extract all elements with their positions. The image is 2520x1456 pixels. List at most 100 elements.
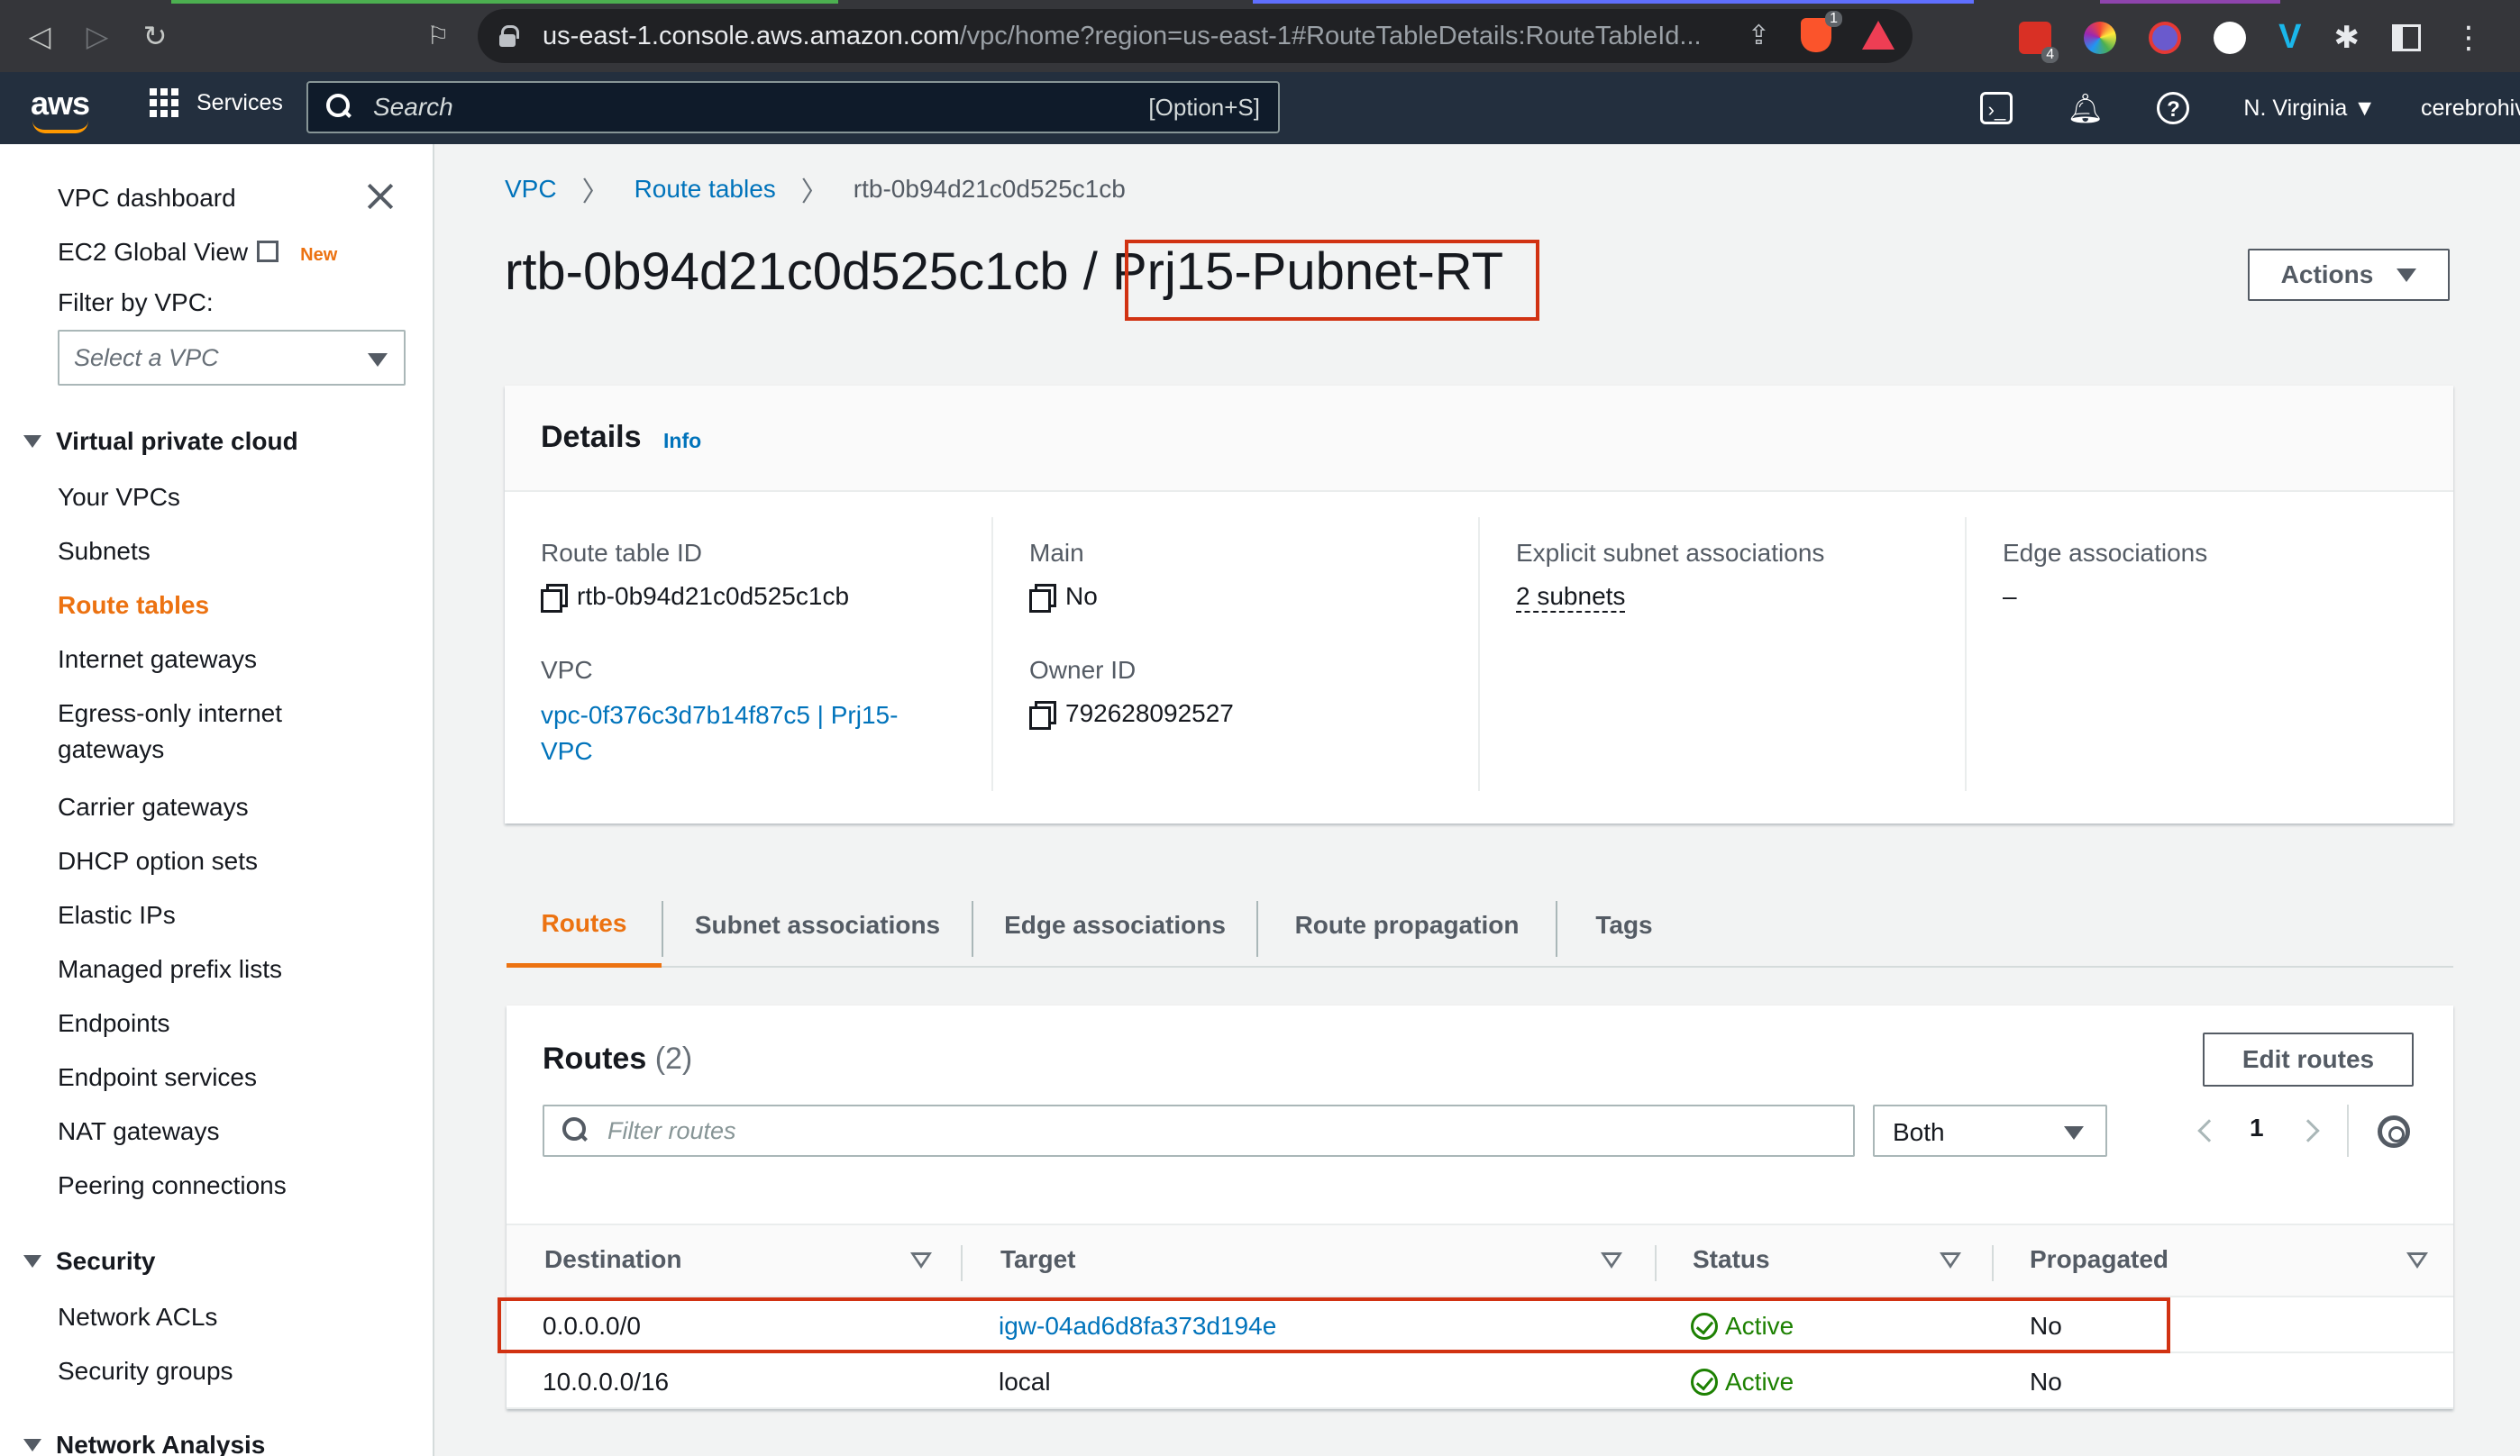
forward-icon[interactable]: ▷ xyxy=(78,16,117,56)
sidebar-item-endpoints[interactable]: Endpoints xyxy=(58,1009,170,1038)
sidebar: VPC dashboard EC2 Global View New Filter … xyxy=(0,144,434,1456)
tab-routes[interactable]: Routes xyxy=(507,883,662,968)
aws-logo[interactable]: aws xyxy=(31,85,90,133)
explicit-subnet-assoc-value[interactable]: 2 subnets xyxy=(1516,582,1626,613)
detail-tabs: Routes Subnet associations Edge associat… xyxy=(507,883,2453,968)
close-icon[interactable] xyxy=(364,180,397,213)
region-selector[interactable]: N. Virginia ▼ xyxy=(2243,96,2376,122)
details-heading: Details xyxy=(541,420,642,454)
column-header-destination[interactable]: Destination xyxy=(544,1245,681,1274)
cell-target: local xyxy=(999,1368,1051,1396)
menu-icon[interactable]: ⋮ xyxy=(2453,20,2484,56)
filter-routes-input[interactable]: Filter routes xyxy=(543,1105,1855,1157)
copy-icon[interactable] xyxy=(1029,701,1056,730)
sidebar-item-ec2-global-view[interactable]: EC2 Global View New xyxy=(58,238,337,267)
address-bar[interactable]: us-east-1.console.aws.amazon.com/vpc/hom… xyxy=(478,9,1913,63)
tab-strip xyxy=(0,0,2520,4)
sidebar-item-your-vpcs[interactable]: Your VPCs xyxy=(58,483,180,512)
sidepanel-icon[interactable] xyxy=(2392,23,2421,51)
sidebar-item-egress-only-gateways[interactable]: Egress-only internet gateways xyxy=(58,699,282,764)
vpc-link[interactable]: vpc-0f376c3d7b14f87c5 | Prj15- VPC xyxy=(541,697,898,769)
caret-down-icon xyxy=(23,435,41,448)
sidebar-item-dhcp-option-sets[interactable]: DHCP option sets xyxy=(58,847,258,876)
sidebar-item-route-tables[interactable]: Route tables xyxy=(58,591,209,620)
sidebar-item-peering-connections[interactable]: Peering connections xyxy=(58,1171,287,1200)
sidebar-item-endpoint-services[interactable]: Endpoint services xyxy=(58,1063,257,1092)
table-row[interactable]: 10.0.0.0/16 local Active No xyxy=(507,1355,2453,1409)
extension-badge-icon[interactable]: 4 xyxy=(2019,21,2059,63)
account-menu[interactable]: cerebrohiv xyxy=(2421,96,2520,122)
section-network-analysis[interactable]: Network Analysis xyxy=(23,1431,265,1456)
actions-button[interactable]: Actions xyxy=(2248,249,2450,301)
copy-icon[interactable] xyxy=(1029,584,1056,613)
sort-icon[interactable] xyxy=(1601,1252,1622,1270)
cell-propagated: No xyxy=(2030,1368,2062,1396)
cloudshell-icon[interactable]: ›_ xyxy=(1980,92,2013,124)
edit-routes-button[interactable]: Edit routes xyxy=(2203,1033,2414,1087)
section-security[interactable]: Security xyxy=(23,1247,156,1276)
extensions-icon[interactable]: ✱ xyxy=(2334,20,2360,56)
column-header-propagated[interactable]: Propagated xyxy=(2030,1245,2168,1274)
vpn-icon[interactable] xyxy=(2149,21,2182,54)
sort-icon[interactable] xyxy=(2406,1252,2428,1270)
breadcrumb: VPC 〉 Route tables 〉 rtb-0b94d21c0d525c1… xyxy=(505,169,1126,209)
sidebar-item-nat-gateways[interactable]: NAT gateways xyxy=(58,1117,219,1146)
tab-route-propagation[interactable]: Route propagation xyxy=(1258,883,1556,968)
bookmark-icon[interactable]: ⚐ xyxy=(418,16,458,56)
sidebar-item-internet-gateways[interactable]: Internet gateways xyxy=(58,645,257,674)
brave-shield-icon[interactable]: 1 xyxy=(1801,11,1842,52)
sort-icon[interactable] xyxy=(1940,1252,1961,1270)
sidebar-item-elastic-ips[interactable]: Elastic IPs xyxy=(58,901,176,930)
reload-icon[interactable]: ↻ xyxy=(135,16,175,56)
details-info-link[interactable]: Info xyxy=(663,429,701,453)
tab-tags[interactable]: Tags xyxy=(1557,883,1691,968)
brave-rewards-icon[interactable] xyxy=(1862,21,1895,50)
lock-icon xyxy=(499,25,519,47)
pagination-current-page[interactable]: 1 xyxy=(2250,1114,2264,1142)
sidebar-item-vpc-dashboard[interactable]: VPC dashboard xyxy=(58,184,236,213)
routes-table-header: Destination Target Status Propagated xyxy=(507,1224,2453,1297)
routes-count: (2) xyxy=(654,1042,693,1076)
color-picker-icon[interactable] xyxy=(2084,21,2117,54)
copy-icon[interactable] xyxy=(541,584,568,613)
success-check-icon xyxy=(1691,1369,1718,1396)
column-header-target[interactable]: Target xyxy=(1000,1245,1076,1274)
search-input[interactable]: Search [Option+S] xyxy=(306,81,1280,133)
notifications-bell-icon[interactable]: 🔔︎ xyxy=(2067,90,2104,126)
share-icon[interactable]: ⇪ xyxy=(1748,20,1770,51)
search-shortcut: [Option+S] xyxy=(1148,93,1260,121)
main-value: No xyxy=(1029,582,1098,613)
external-link-icon xyxy=(257,241,279,262)
new-badge: New xyxy=(300,245,338,265)
services-grid-icon xyxy=(150,88,178,117)
sidebar-item-network-acls[interactable]: Network ACLs xyxy=(58,1303,217,1332)
sidebar-item-subnets[interactable]: Subnets xyxy=(58,537,151,566)
section-virtual-private-cloud[interactable]: Virtual private cloud xyxy=(23,427,298,456)
vpc-filter-select[interactable]: Select a VPC xyxy=(58,330,406,386)
privacy-icon[interactable] xyxy=(2214,21,2247,54)
sidebar-item-managed-prefix-lists[interactable]: Managed prefix lists xyxy=(58,955,282,984)
url-host: us-east-1.console.aws.amazon.com xyxy=(543,21,960,50)
sidebar-item-carrier-gateways[interactable]: Carrier gateways xyxy=(58,793,249,822)
caret-down-icon xyxy=(23,1439,41,1451)
services-menu[interactable]: Services xyxy=(150,88,283,117)
route-type-select[interactable]: Both xyxy=(1873,1105,2107,1157)
sidebar-item-security-groups[interactable]: Security groups xyxy=(58,1357,233,1386)
tab-subnet-associations[interactable]: Subnet associations xyxy=(663,883,972,968)
breadcrumb-route-tables[interactable]: Route tables xyxy=(635,175,776,204)
cell-destination: 10.0.0.0/16 xyxy=(543,1368,670,1396)
breadcrumb-current: rtb-0b94d21c0d525c1cb xyxy=(853,175,1126,203)
settings-gear-icon[interactable] xyxy=(2378,1115,2410,1148)
sort-icon[interactable] xyxy=(910,1252,932,1270)
vimeo-icon[interactable]: V xyxy=(2278,18,2301,57)
breadcrumb-vpc[interactable]: VPC xyxy=(505,175,557,204)
column-header-status[interactable]: Status xyxy=(1693,1245,1770,1274)
help-icon[interactable]: ? xyxy=(2157,92,2190,124)
explicit-subnet-assoc-label: Explicit subnet associations xyxy=(1516,539,1825,567)
main-label: Main xyxy=(1029,539,1084,567)
tab-edge-associations[interactable]: Edge associations xyxy=(973,883,1256,968)
vpc-label: VPC xyxy=(541,656,593,684)
search-icon xyxy=(326,94,353,121)
back-icon[interactable]: ◁ xyxy=(20,16,59,56)
details-panel: Details Info Route table ID rtb-0b94d21c… xyxy=(505,386,2453,824)
